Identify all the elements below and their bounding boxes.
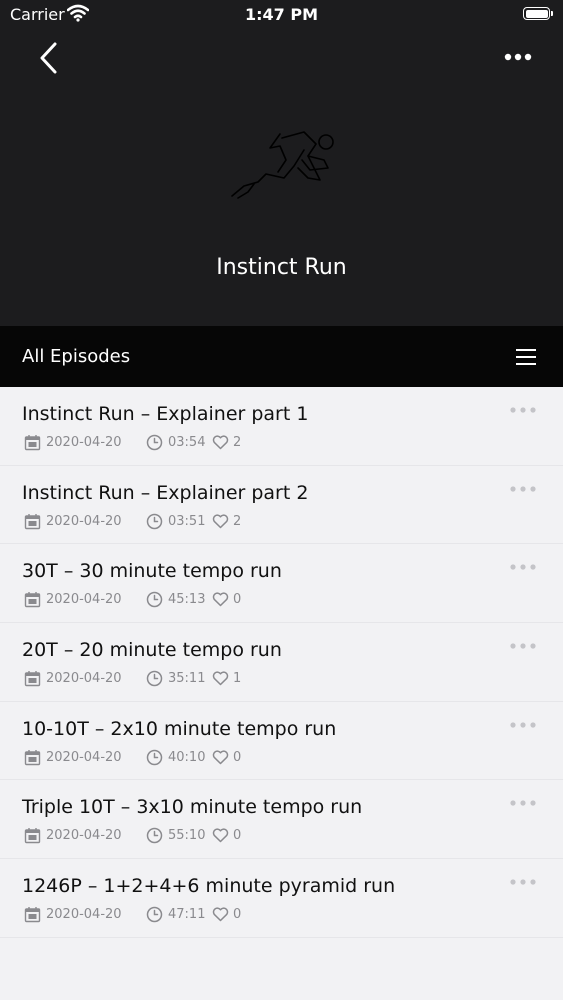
calendar-icon [24,749,41,765]
calendar-icon [24,435,41,451]
episodes-section-bar: All Episodes [0,326,563,387]
status-bar: Carrier 1:47 PM [0,0,563,30]
running-figure-icon [231,131,334,199]
calendar-icon [24,828,41,844]
episode-more-button[interactable] [504,399,542,421]
episode-date: 2020-04-20 [46,907,122,923]
podcast-header: Carrier 1:47 PM Instinct Run [0,0,563,326]
heart-icon [212,750,229,764]
episode-title: Instinct Run – Explainer part 2 [22,481,309,504]
episode-list: Instinct Run – Explainer part 1 2020-04-… [0,387,563,938]
episode-duration: 35:11 [168,671,206,687]
episode-row[interactable]: 30T – 30 minute tempo run 2020-04-20 45:… [0,544,563,624]
heart-icon [212,828,229,843]
episode-row[interactable]: Instinct Run – Explainer part 2 2020-04-… [0,466,563,545]
ellipsis-icon [510,407,536,413]
episode-title: Triple 10T – 3x10 minute tempo run [22,796,363,819]
ellipsis-icon [504,53,532,61]
episode-likes: 2 [233,513,242,529]
episode-more-button[interactable] [504,792,542,814]
heart-icon [212,592,229,607]
episode-title: 20T – 20 minute tempo run [22,639,282,662]
episode-date: 2020-04-20 [46,671,122,687]
episode-duration: 03:51 [168,513,206,529]
chevron-left-icon [40,42,57,74]
clock-icon [146,749,163,765]
ellipsis-icon [510,564,536,570]
heart-icon [212,671,229,686]
episode-duration: 47:11 [168,907,206,923]
ellipsis-icon [510,800,536,807]
episode-likes: 0 [233,749,242,765]
episode-date: 2020-04-20 [46,749,122,765]
calendar-icon [24,592,41,608]
heart-icon [212,907,229,922]
episode-row[interactable]: Triple 10T – 3x10 minute tempo run 2020-… [0,780,563,860]
status-time: 1:47 PM [244,5,318,24]
episode-date: 2020-04-20 [46,592,122,608]
ellipsis-icon [510,722,536,728]
episode-duration: 40:10 [168,749,206,765]
episode-likes: 0 [233,828,242,844]
back-button[interactable] [30,36,70,80]
clock-icon [146,906,163,923]
episode-more-button[interactable] [504,635,542,657]
podcast-title: Instinct Run [216,255,347,280]
episode-date: 2020-04-20 [46,828,122,844]
episode-more-button[interactable] [504,714,542,736]
calendar-icon [24,671,41,687]
clock-icon [146,670,163,687]
episode-title: 1246P – 1+2+4+6 minute pyramid run [22,875,396,898]
heart-icon [212,435,229,450]
episode-likes: 0 [233,907,242,923]
episode-row[interactable]: Instinct Run – Explainer part 1 2020-04-… [0,387,563,466]
episode-row[interactable]: 20T – 20 minute tempo run 2020-04-20 35:… [0,623,563,702]
calendar-icon [24,907,41,923]
episode-row[interactable]: 10-10T – 2x10 minute tempo run 2020-04-2… [0,702,563,781]
episode-more-button[interactable] [504,556,542,578]
episode-likes: 1 [233,671,242,687]
ellipsis-icon [510,643,536,649]
sort-menu-button[interactable] [508,341,544,373]
episode-likes: 2 [233,435,242,450]
episode-title: 10-10T – 2x10 minute tempo run [22,717,337,740]
calendar-icon [24,513,41,529]
episode-date: 2020-04-20 [46,435,122,450]
heart-icon [212,514,229,528]
episode-more-button[interactable] [504,871,542,893]
more-options-button[interactable] [496,40,540,74]
episode-more-button[interactable] [504,478,542,500]
episode-likes: 0 [233,592,242,608]
episode-duration: 45:13 [168,592,206,608]
ellipsis-icon [510,486,536,492]
ellipsis-icon [510,879,536,885]
clock-icon [146,513,163,529]
episode-duration: 03:54 [168,435,206,450]
episode-row[interactable]: 1246P – 1+2+4+6 minute pyramid run 2020-… [0,859,563,938]
clock-icon [146,828,163,844]
section-title: All Episodes [22,346,131,367]
episode-title: 30T – 30 minute tempo run [22,560,282,583]
episode-date: 2020-04-20 [46,513,122,529]
clock-icon [146,592,163,608]
battery-icon [523,7,553,20]
hamburger-menu-icon [516,349,536,351]
episode-duration: 55:10 [168,828,206,844]
clock-icon [146,434,163,451]
episode-title: Instinct Run – Explainer part 1 [22,403,309,425]
